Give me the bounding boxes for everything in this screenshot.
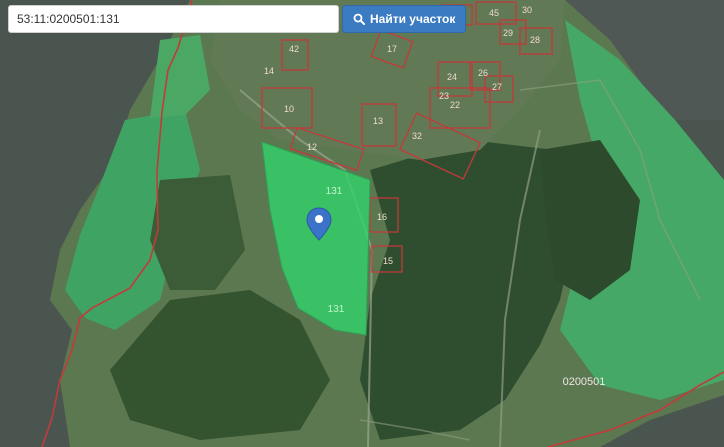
parcel-label: 17 xyxy=(387,44,397,54)
map-view[interactable]: 21 45 30 29 28 42 17 24 26 27 14 23 10 1… xyxy=(0,0,724,447)
parcel-label: 12 xyxy=(307,142,317,152)
parcel-label: 29 xyxy=(503,28,513,38)
parcel-label: 16 xyxy=(377,212,387,222)
parcel-label: 23 xyxy=(439,91,449,101)
parcel-label: 45 xyxy=(489,8,499,18)
find-parcel-label: Найти участок xyxy=(370,12,456,26)
parcel-label: 15 xyxy=(383,256,393,266)
parcel-label: 28 xyxy=(530,35,540,45)
selected-parcel-label: 131 xyxy=(326,186,343,197)
parcel-label: 32 xyxy=(412,131,422,141)
selected-parcel-label: 131 xyxy=(328,304,345,315)
find-parcel-button[interactable]: Найти участок xyxy=(342,5,467,33)
cadastral-number-input[interactable] xyxy=(8,5,339,33)
parcel-label: 30 xyxy=(522,5,532,15)
search-icon xyxy=(353,13,365,25)
parcel-label: 27 xyxy=(492,82,502,92)
parcel-label: 10 xyxy=(284,104,294,114)
cadastral-quarter-label: 0200501 xyxy=(563,376,606,388)
parcel-label: 14 xyxy=(264,66,274,76)
parcel-label: 26 xyxy=(478,68,488,78)
parcel-label: 24 xyxy=(447,72,457,82)
parcel-label: 13 xyxy=(373,116,383,126)
parcel-label: 22 xyxy=(450,100,460,110)
parcel-label: 42 xyxy=(289,44,299,54)
parcel-search-bar: Найти участок xyxy=(8,5,467,33)
